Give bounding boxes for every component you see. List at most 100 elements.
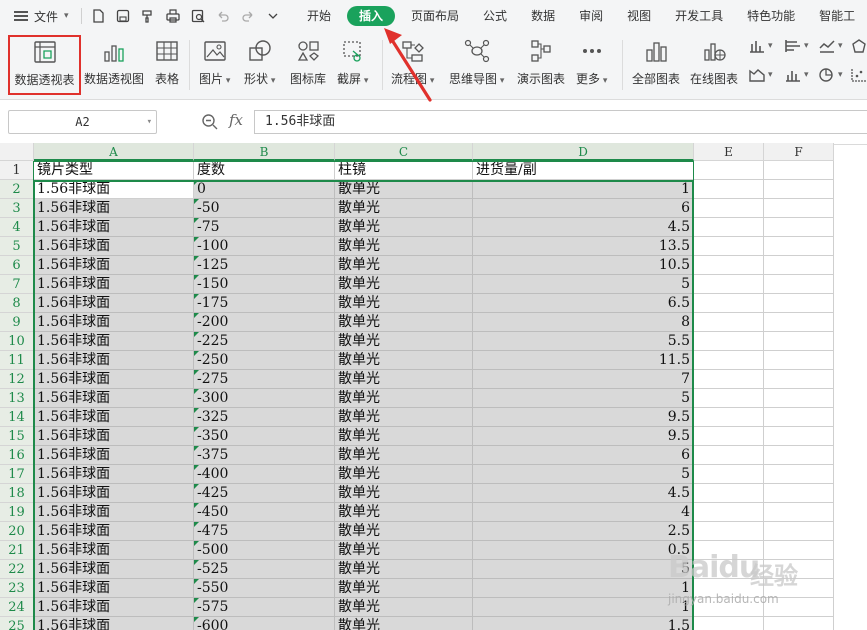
table-cell[interactable]: 1.56非球面 [34, 275, 194, 294]
table-cell[interactable]: 1.56非球面 [34, 598, 194, 617]
table-cell[interactable] [764, 484, 834, 503]
table-cell[interactable] [694, 351, 764, 370]
column-header-e[interactable]: E [694, 143, 764, 161]
table-cell[interactable]: 散单光 [335, 275, 473, 294]
tab-insert[interactable]: 插入 [347, 6, 396, 26]
radar-chart-small-button[interactable] [850, 38, 867, 54]
table-cell[interactable]: 散单光 [335, 503, 473, 522]
table-cell[interactable] [764, 579, 834, 598]
table-cell[interactable] [694, 370, 764, 389]
table-cell[interactable] [764, 541, 834, 560]
table-cell[interactable]: 10.5 [473, 256, 694, 275]
table-cell[interactable] [694, 294, 764, 313]
table-cell[interactable] [764, 389, 834, 408]
table-cell[interactable] [764, 370, 834, 389]
table-cell[interactable]: 1.56非球面 [34, 617, 194, 630]
row-header[interactable]: 4 [0, 218, 34, 237]
table-cell[interactable]: 1.56非球面 [34, 465, 194, 484]
table-cell[interactable]: 散单光 [335, 617, 473, 630]
table-cell[interactable]: 散单光 [335, 332, 473, 351]
line-chart-small-button[interactable]: ▾ [818, 38, 843, 54]
table-cell[interactable]: -125 [194, 256, 335, 275]
table-cell[interactable]: 1.56非球面 [34, 484, 194, 503]
pivot-table-button[interactable]: 数据透视表 [8, 35, 81, 95]
table-cell[interactable]: 1.56非球面 [34, 446, 194, 465]
tab-view[interactable]: 视图 [615, 6, 663, 26]
zoom-icon[interactable] [201, 113, 219, 131]
table-cell[interactable] [694, 598, 764, 617]
table-cell[interactable]: 1.56非球面 [34, 351, 194, 370]
area-chart-small-button[interactable]: ▾ [748, 67, 773, 83]
tab-data[interactable]: 数据 [519, 6, 567, 26]
table-cell[interactable]: 1 [473, 598, 694, 617]
table-cell[interactable]: -375 [194, 446, 335, 465]
table-cell[interactable]: 1.56非球面 [34, 237, 194, 256]
table-cell[interactable]: -400 [194, 465, 335, 484]
row-header[interactable]: 20 [0, 522, 34, 541]
row-header[interactable]: 19 [0, 503, 34, 522]
pie-chart-small-button[interactable]: ▾ [818, 67, 843, 83]
table-cell[interactable]: 1.56非球面 [34, 503, 194, 522]
row-header[interactable]: 1 [0, 161, 34, 180]
table-cell[interactable]: 散单光 [335, 237, 473, 256]
table-cell[interactable]: 散单光 [335, 541, 473, 560]
table-cell[interactable]: 散单光 [335, 427, 473, 446]
redo-icon[interactable] [236, 0, 261, 32]
table-cell[interactable]: 散单光 [335, 294, 473, 313]
table-cell[interactable]: 0 [194, 180, 335, 199]
table-cell[interactable]: 1.56非球面 [34, 389, 194, 408]
table-cell[interactable]: -325 [194, 408, 335, 427]
table-cell[interactable]: 5 [473, 389, 694, 408]
table-cell[interactable]: 散单光 [335, 446, 473, 465]
print-preview-icon[interactable] [186, 0, 211, 32]
table-cell[interactable]: 1.56非球面 [34, 560, 194, 579]
demo-chart-button[interactable]: 演示图表 [517, 36, 565, 87]
column-header-f[interactable]: F [764, 143, 834, 161]
tab-formulas[interactable]: 公式 [471, 6, 519, 26]
row-header[interactable]: 8 [0, 294, 34, 313]
table-cell[interactable]: -200 [194, 313, 335, 332]
picture-button[interactable]: 图片 ▾ [199, 36, 230, 87]
column-header-b[interactable]: B [194, 143, 335, 161]
table-cell[interactable]: 散单光 [335, 484, 473, 503]
table-cell[interactable]: 散单光 [335, 389, 473, 408]
name-box[interactable]: A2 ▾ [8, 110, 157, 134]
mindmap-button[interactable]: 思维导图 ▾ [449, 36, 504, 87]
row-header[interactable]: 21 [0, 541, 34, 560]
tab-developer[interactable]: 开发工具 [663, 6, 735, 26]
header-cell[interactable]: 进货量/副 [473, 161, 694, 180]
table-cell[interactable]: 6 [473, 446, 694, 465]
table-cell[interactable] [764, 427, 834, 446]
formula-input[interactable]: 1.56非球面 [254, 110, 867, 134]
shape-button[interactable]: 形状 ▾ [244, 36, 275, 87]
table-cell[interactable]: -100 [194, 237, 335, 256]
table-cell[interactable] [694, 427, 764, 446]
table-cell[interactable] [764, 560, 834, 579]
row-header[interactable]: 6 [0, 256, 34, 275]
table-cell[interactable] [764, 256, 834, 275]
table-cell[interactable] [764, 351, 834, 370]
header-cell[interactable] [764, 161, 834, 180]
tab-page-layout[interactable]: 页面布局 [399, 6, 471, 26]
table-cell[interactable]: 散单光 [335, 180, 473, 199]
column-header-a[interactable]: A [34, 143, 194, 161]
table-cell[interactable]: -225 [194, 332, 335, 351]
table-cell[interactable]: -525 [194, 560, 335, 579]
table-cell[interactable]: -475 [194, 522, 335, 541]
row-header[interactable]: 17 [0, 465, 34, 484]
row-header[interactable]: 11 [0, 351, 34, 370]
table-cell[interactable]: 1.56非球面 [34, 579, 194, 598]
row-header[interactable]: 5 [0, 237, 34, 256]
row-header[interactable]: 14 [0, 408, 34, 427]
table-cell[interactable]: 1.56非球面 [34, 370, 194, 389]
table-cell[interactable]: 1.5 [473, 617, 694, 630]
tab-home[interactable]: 开始 [295, 6, 343, 26]
table-cell[interactable] [764, 503, 834, 522]
table-cell[interactable]: -350 [194, 427, 335, 446]
pivot-chart-button[interactable]: 数据透视图 [84, 36, 144, 87]
table-cell[interactable] [764, 294, 834, 313]
table-cell[interactable]: -175 [194, 294, 335, 313]
table-cell[interactable]: 散单光 [335, 313, 473, 332]
table-cell[interactable]: 散单光 [335, 598, 473, 617]
table-cell[interactable]: 4.5 [473, 218, 694, 237]
